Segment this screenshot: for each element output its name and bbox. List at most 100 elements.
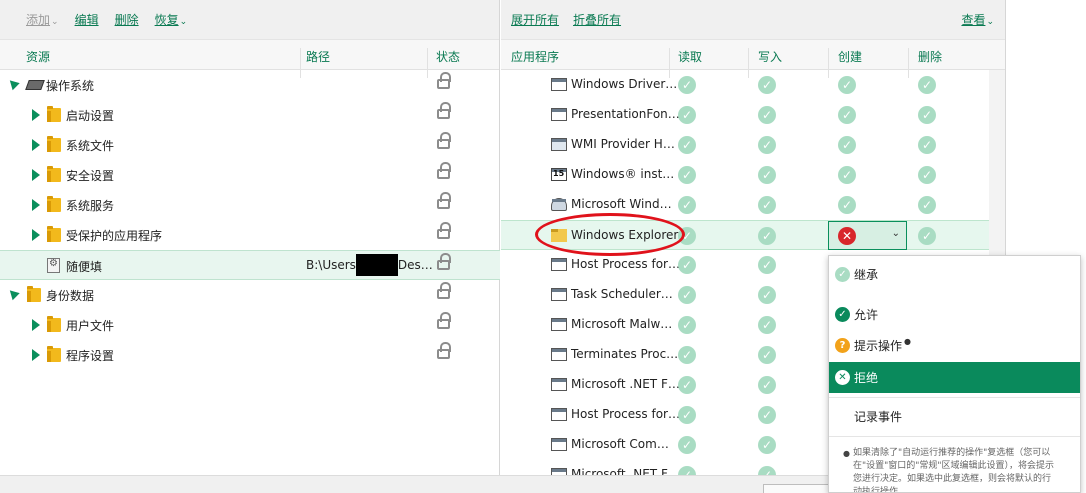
inherit-check-icon[interactable]: ✓ — [758, 346, 776, 364]
inherit-check-icon[interactable]: ✓ — [918, 227, 936, 245]
inherit-check-icon[interactable]: ✓ — [678, 436, 696, 454]
inherit-check-icon[interactable]: ✓ — [838, 76, 856, 94]
add-button[interactable]: 添加⌄ — [26, 11, 59, 28]
inherit-check-icon[interactable]: ✓ — [918, 106, 936, 124]
tree-row[interactable]: 受保护的应用程序 — [0, 220, 500, 250]
lock-icon — [437, 342, 451, 359]
inherit-check-icon[interactable]: ✓ — [758, 436, 776, 454]
expand-arrow-icon[interactable] — [32, 109, 40, 121]
window-icon — [551, 108, 567, 121]
inherit-check-icon[interactable]: ✓ — [678, 346, 696, 364]
view-button[interactable]: 查看⌄ — [961, 11, 994, 28]
inherit-check-icon[interactable]: ✓ — [838, 136, 856, 154]
redaction-block — [355, 254, 398, 276]
create-permission-select[interactable]: ✕ ⌄ — [828, 221, 907, 250]
lock-icon — [437, 132, 451, 149]
bottom-button[interactable] — [763, 484, 835, 493]
tree-row[interactable]: 随便填 B:\Users Des… — [0, 250, 500, 280]
folder-icon — [47, 136, 61, 152]
column-header-status[interactable]: 状态 — [436, 48, 460, 65]
option-log-events[interactable]: 记录事件 — [829, 401, 1080, 432]
column-header-delete[interactable]: 删除 — [918, 48, 942, 65]
collapse-arrow-icon[interactable] — [6, 76, 20, 91]
app-row[interactable]: WMI Provider H… ✓ ✓ ✓ ✓ — [501, 130, 989, 160]
expand-arrow-icon[interactable] — [32, 169, 40, 181]
inherit-check-icon[interactable]: ✓ — [678, 227, 696, 245]
column-header-path[interactable]: 路径 — [306, 48, 330, 65]
inherit-check-icon[interactable]: ✓ — [758, 106, 776, 124]
app-row[interactable]: PresentationFon… ✓ ✓ ✓ ✓ — [501, 100, 989, 130]
inherit-check-icon[interactable]: ✓ — [678, 406, 696, 424]
tree-row[interactable]: 启动设置 — [0, 100, 500, 130]
option-prompt[interactable]: ? 提示操作 ● — [829, 330, 1080, 361]
inherit-check-icon[interactable]: ✓ — [758, 76, 776, 94]
app-name: Windows® inst… — [571, 167, 675, 181]
tree-row[interactable]: 操作系统 — [0, 70, 500, 100]
tree-row[interactable]: 系统服务 — [0, 190, 500, 220]
column-header-write[interactable]: 写入 — [758, 48, 782, 65]
app-name: Microsoft Com… — [571, 437, 669, 451]
inherit-check-icon[interactable]: ✓ — [678, 76, 696, 94]
app-row[interactable]: Windows® inst…✓✓✓✓ — [501, 160, 989, 190]
tree-row[interactable]: 用户文件 — [0, 310, 500, 340]
inherit-check-icon[interactable]: ✓ — [918, 196, 936, 214]
app-row[interactable]: Microsoft Wind… ✓ ✓ ✓ ✓ — [501, 190, 989, 220]
lock-icon — [437, 253, 451, 270]
edit-button[interactable]: 编辑 — [75, 11, 99, 28]
option-inherit[interactable]: ✓ 继承 — [829, 259, 1080, 290]
restore-button[interactable]: 恢复⌄ — [155, 11, 188, 28]
column-header-app[interactable]: 应用程序 — [511, 48, 559, 65]
option-deny[interactable]: ✕ 拒绝 — [829, 362, 1080, 393]
inherit-check-icon[interactable]: ✓ — [758, 286, 776, 304]
inherit-check-icon[interactable]: ✓ — [678, 316, 696, 334]
collapse-arrow-icon[interactable] — [6, 286, 20, 301]
expand-arrow-icon[interactable] — [32, 349, 40, 361]
app-row[interactable]: Windows Explorer ✓ ✓ ✕ ⌄ ✓ — [501, 220, 989, 250]
tree-row[interactable]: 安全设置 — [0, 160, 500, 190]
path-start: B:\Users — [306, 258, 356, 272]
column-header-create[interactable]: 创建 — [838, 48, 862, 65]
tree-row[interactable]: 系统文件 — [0, 130, 500, 160]
inherit-check-icon[interactable]: ✓ — [918, 166, 936, 184]
inherit-check-icon[interactable]: ✓ — [838, 106, 856, 124]
app-name: Windows Driver… — [571, 77, 678, 91]
inherit-check-icon[interactable]: ✓ — [838, 166, 856, 184]
inherit-check-icon[interactable]: ✓ — [678, 106, 696, 124]
inherit-check-icon[interactable]: ✓ — [758, 136, 776, 154]
inherit-check-icon[interactable]: ✓ — [678, 376, 696, 394]
column-header-resource[interactable]: 资源 — [26, 48, 50, 65]
app-row[interactable]: Windows Driver… ✓ ✓ ✓ ✓ — [501, 70, 989, 100]
tree-row[interactable]: 身份数据 — [0, 280, 500, 310]
collapse-all-button[interactable]: 折叠所有 — [573, 11, 621, 28]
expand-arrow-icon[interactable] — [32, 319, 40, 331]
expand-arrow-icon[interactable] — [32, 199, 40, 211]
inherit-check-icon[interactable]: ✓ — [918, 76, 936, 94]
window-icon — [551, 288, 567, 301]
delete-button[interactable]: 删除 — [115, 11, 139, 28]
tree-row[interactable]: 程序设置 — [0, 340, 500, 370]
inherit-check-icon[interactable]: ✓ — [758, 166, 776, 184]
inherit-check-icon[interactable]: ✓ — [678, 196, 696, 214]
inherit-check-icon[interactable]: ✓ — [678, 256, 696, 274]
window-icon — [551, 348, 567, 361]
inherit-check-icon[interactable]: ✓ — [678, 136, 696, 154]
expand-all-button[interactable]: 展开所有 — [511, 11, 559, 28]
inherit-check-icon[interactable]: ✓ — [918, 136, 936, 154]
expand-arrow-icon[interactable] — [32, 139, 40, 151]
inherit-check-icon[interactable]: ✓ — [758, 227, 776, 245]
info-icon: ● — [904, 337, 911, 346]
inherit-check-icon[interactable]: ✓ — [678, 286, 696, 304]
inherit-check-icon[interactable]: ✓ — [758, 376, 776, 394]
inherit-check-icon[interactable]: ✓ — [758, 316, 776, 334]
option-allow[interactable]: ✓ 允许 — [829, 299, 1080, 330]
column-header-read[interactable]: 读取 — [678, 48, 702, 65]
app-name: Terminates Proc… — [571, 347, 679, 361]
inherit-check-icon[interactable]: ✓ — [758, 406, 776, 424]
inherit-check-icon[interactable]: ✓ — [758, 256, 776, 274]
left-toolbar: 添加⌄ 编辑 删除 恢复⌄ — [0, 0, 499, 40]
inherit-check-icon[interactable]: ✓ — [838, 196, 856, 214]
inherit-check-icon[interactable]: ✓ — [758, 196, 776, 214]
tree-item-label: 随便填 — [66, 260, 103, 274]
expand-arrow-icon[interactable] — [32, 229, 40, 241]
inherit-check-icon[interactable]: ✓ — [678, 166, 696, 184]
